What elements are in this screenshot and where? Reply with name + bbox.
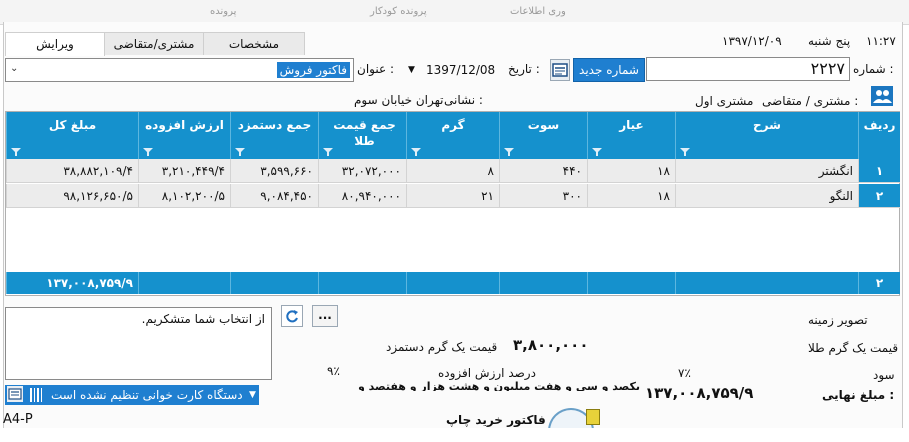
title-label: عنوان :: [357, 62, 394, 76]
barcode-icon: [29, 387, 43, 403]
cell-gram[interactable]: ۲۱: [406, 184, 499, 208]
current-time: ۱۱:۲۷: [866, 34, 896, 48]
cell-gram[interactable]: ۸: [406, 159, 499, 183]
cell-ayar[interactable]: ۱۸: [587, 159, 675, 183]
users-icon: [873, 90, 892, 103]
filter-icon[interactable]: [323, 148, 333, 156]
scanner-status-text: دستگاه کارت خوانی تنظیم نشده است: [51, 388, 243, 402]
menu-item-auto[interactable]: پرونده کودکار: [370, 6, 427, 17]
footer-row-count: ۲: [858, 272, 900, 294]
calendar-button[interactable]: [7, 386, 23, 402]
grid-footer: ۲ ۱۳۷,۰۰۸,۷۵۹/۹: [6, 272, 900, 294]
more-button[interactable]: ...: [312, 305, 338, 327]
footer-cell: [406, 272, 499, 294]
menu-item-file[interactable]: پرونده: [210, 6, 236, 17]
cell-desc[interactable]: النگو: [675, 184, 858, 208]
calendar-button[interactable]: [550, 59, 570, 81]
footer-cell: [587, 272, 675, 294]
customer-lookup-button[interactable]: [871, 86, 893, 106]
refresh-icon: [286, 310, 298, 323]
footer-cell: [675, 272, 858, 294]
chevron-down-icon[interactable]: ▼: [249, 385, 256, 405]
address-label: نشانی :: [444, 93, 483, 107]
row-number[interactable]: ۲: [858, 184, 900, 208]
column-header-ayar[interactable]: عیار: [587, 112, 675, 159]
amount-in-words: یکصد و سی و هفت میلیون و هشت هزار و هفتص…: [358, 381, 640, 391]
footer-cell: [230, 272, 318, 294]
filter-icon[interactable]: [235, 148, 245, 156]
print-badge-icon: [586, 409, 600, 425]
filter-icon[interactable]: [680, 148, 690, 156]
row-number[interactable]: ۱: [858, 159, 900, 183]
customer-label: مشتری / متقاضی :: [762, 94, 859, 108]
cell-vat[interactable]: ۳,۲۱۰,۴۴۹/۴: [138, 159, 230, 183]
title-select[interactable]: ⌄ فاکتور فروش: [5, 58, 354, 82]
column-header-row[interactable]: ردیف: [858, 112, 900, 159]
new-number-button[interactable]: شماره جدید: [573, 58, 645, 82]
filter-icon[interactable]: [411, 148, 421, 156]
calendar-icon: [8, 388, 22, 400]
cell-ayar[interactable]: ۱۸: [587, 184, 675, 208]
wage-price-value[interactable]: ۳,۸۰۰,۰۰۰: [513, 336, 588, 354]
number-field[interactable]: ۲۲۲۷: [646, 57, 850, 81]
chevron-down-icon: ▼: [408, 65, 415, 75]
cell-total[interactable]: ۳۸,۸۸۲,۱۰۹/۴: [6, 159, 138, 183]
current-day: پنج شنبه: [808, 34, 851, 48]
cell-gold-total[interactable]: ۳۲,۰۷۲,۰۰۰: [318, 159, 406, 183]
print-invoice-label[interactable]: فاکتور خرید چاپ: [446, 413, 546, 427]
current-date: ۱۳۹۷/۱۲/۰۹: [722, 34, 782, 48]
column-header-total[interactable]: مبلغ کل: [6, 112, 138, 159]
cell-wage-total[interactable]: ۹,۰۸۴,۴۵۰: [230, 184, 318, 208]
vat-percent-value[interactable]: ۹٪: [327, 364, 340, 378]
filter-icon[interactable]: [504, 148, 514, 156]
footer-cell: [138, 272, 230, 294]
column-header-vat[interactable]: ارزش افزوده: [138, 112, 230, 159]
column-header-gold-total[interactable]: جمع قیمت طلا: [318, 112, 406, 159]
customer-value[interactable]: مشتری اول: [695, 94, 753, 108]
column-header-sut[interactable]: سوت: [499, 112, 587, 159]
torn-edge: [0, 428, 909, 442]
wage-price-label: قیمت یک گرم دستمزد: [386, 340, 498, 354]
final-amount-value: ۱۳۷,۰۰۸,۷۵۹/۹: [645, 384, 754, 402]
profit-label: سود: [873, 368, 895, 382]
footer-cell: [318, 272, 406, 294]
vat-percent-label: درصد ارزش افزوده: [438, 366, 536, 380]
filter-icon[interactable]: [11, 148, 21, 156]
date-label: تاریخ :: [508, 62, 540, 76]
menu-item-data[interactable]: وری اطلاعات: [510, 6, 566, 17]
filter-icon[interactable]: [592, 148, 602, 156]
column-header-wage-total[interactable]: جمع دستمزد: [230, 112, 318, 159]
tab-edit[interactable]: ویرایش: [5, 32, 105, 56]
card-reader-status-bar[interactable]: دستگاه کارت خوانی تنظیم نشده است ▼: [5, 385, 259, 405]
date-picker[interactable]: ▼ 1397/12/08: [408, 60, 498, 80]
cell-total[interactable]: ۹۸,۱۲۶,۶۵۰/۵: [6, 184, 138, 208]
cell-sut[interactable]: ۴۴۰: [499, 159, 587, 183]
footer-grand-total: ۱۳۷,۰۰۸,۷۵۹/۹: [6, 272, 138, 294]
memo-textarea[interactable]: از انتخاب شما متشکریم.: [5, 307, 272, 380]
profit-value[interactable]: ۷٪: [678, 366, 691, 380]
tab-specs[interactable]: مشخصات: [203, 32, 305, 55]
filter-icon[interactable]: [143, 148, 153, 156]
date-value: 1397/12/08: [426, 63, 496, 77]
column-header-desc[interactable]: شرح: [675, 112, 858, 159]
calendar-icon: [552, 63, 568, 77]
final-amount-label: مبلغ نهایی :: [822, 388, 895, 402]
refresh-button[interactable]: [281, 305, 303, 327]
number-label: شماره :: [853, 62, 894, 76]
gold-price-label: قیمت یک گرم طلا: [808, 341, 899, 355]
address-value: تهران خیابان سوم: [354, 93, 444, 107]
column-header-gram[interactable]: گرم: [406, 112, 499, 159]
items-grid[interactable]: ردیف شرح عیار سوت گرم جمع قیمت طلا جمع د…: [5, 111, 900, 296]
footer-cell: [499, 272, 587, 294]
tab-customer[interactable]: مشتری/متقاضی: [104, 32, 204, 55]
cell-vat[interactable]: ۸,۱۰۲,۲۰۰/۵: [138, 184, 230, 208]
cell-wage-total[interactable]: ۳,۵۹۹,۶۶۰: [230, 159, 318, 183]
title-value: فاکتور فروش: [276, 62, 350, 78]
cell-sut[interactable]: ۳۰۰: [499, 184, 587, 208]
cell-desc[interactable]: انگشتر: [675, 159, 858, 183]
bg-image-label: تصویر زمینه: [808, 313, 868, 327]
chevron-down-icon: ⌄: [10, 63, 19, 74]
paper-size-label: A4-P: [3, 412, 33, 427]
cell-gold-total[interactable]: ۸۰,۹۴۰,۰۰۰: [318, 184, 406, 208]
